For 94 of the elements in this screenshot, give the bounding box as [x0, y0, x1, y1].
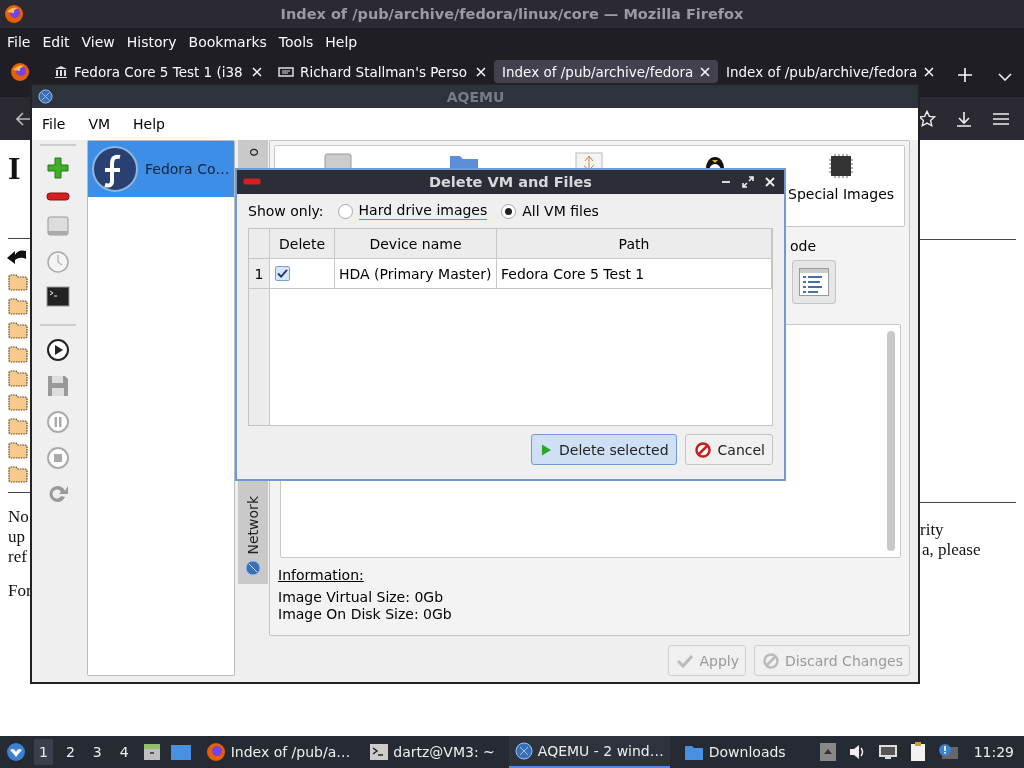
terminal-icon	[370, 744, 389, 760]
file-cabinet-icon[interactable]	[141, 742, 162, 762]
menu-item[interactable]: VM	[87, 116, 125, 132]
folder-icon[interactable]	[8, 370, 28, 387]
side-tab[interactable]: Network	[238, 480, 268, 584]
menu-item[interactable]: File	[41, 116, 80, 132]
play-icon	[541, 442, 552, 457]
folder-icon[interactable]	[8, 466, 28, 483]
minus-icon	[243, 178, 261, 186]
column-header[interactable]: Device name	[335, 229, 497, 258]
page-text: up	[8, 527, 26, 547]
media-label: Special Images	[788, 186, 895, 202]
prohibited-icon	[694, 441, 711, 458]
network-icon[interactable]	[877, 744, 898, 760]
firefox-icon[interactable]	[10, 62, 30, 82]
menu-item[interactable]: Edit	[39, 33, 79, 50]
play-icon[interactable]	[46, 338, 70, 362]
speaker-icon[interactable]	[847, 744, 866, 760]
list-view-button[interactable]	[792, 260, 836, 304]
download-icon[interactable]	[955, 109, 973, 128]
window-title: AQEMU	[445, 88, 506, 105]
info-text: Image Virtual Size: 0Gb	[278, 589, 445, 606]
vm-list-item[interactable]: Fedora Co…	[88, 141, 234, 197]
folder-icon	[683, 743, 704, 761]
dialog-button[interactable]: Delete selected	[531, 434, 677, 465]
page-text: For	[8, 581, 32, 601]
menu-icon[interactable]	[992, 111, 1010, 126]
page-heading: I	[8, 150, 21, 186]
column-header[interactable]: Path	[497, 229, 772, 258]
menu-item[interactable]: Help	[322, 33, 367, 50]
menu-item[interactable]: File	[4, 33, 40, 50]
table-cell: Fedora Core 5 Test 1	[497, 259, 772, 288]
page-text: a, please	[922, 540, 981, 560]
folder-icon[interactable]	[8, 346, 28, 363]
chip-icon[interactable]	[827, 152, 856, 180]
firefox-icon	[4, 4, 24, 24]
browser-tab[interactable]: Richard Stallman's Perso	[270, 60, 494, 83]
menu-item[interactable]: Tools	[275, 33, 323, 50]
clipboard-icon[interactable]	[909, 742, 926, 762]
minus-icon[interactable]	[46, 192, 70, 202]
checkbox[interactable]	[275, 266, 290, 281]
info-text: Image On Disk Size: 0Gb	[278, 606, 453, 623]
firefox-icon	[205, 742, 226, 762]
folder-icon[interactable]	[8, 394, 28, 411]
menu-item[interactable]: Help	[132, 116, 179, 132]
table-cell: HDA (Primary Master)	[335, 259, 497, 288]
dialog-button[interactable]: Cancel	[684, 434, 773, 465]
radio-option[interactable]: All VM files	[501, 203, 599, 219]
browser-tab[interactable]: Fedora Core 5 Test 1 (i38	[46, 60, 270, 83]
window-title: Delete VM and Files	[427, 174, 593, 190]
page-text: rity	[920, 520, 944, 540]
page-text: ref	[8, 547, 28, 567]
folder-icon[interactable]	[8, 322, 28, 339]
columns-icon	[54, 64, 68, 79]
browser-tab[interactable]: Index of /pub/archive/fedora	[494, 60, 718, 83]
folder-icon[interactable]	[8, 418, 28, 435]
prohibited-icon	[763, 652, 779, 669]
menu-item[interactable]: View	[78, 33, 124, 50]
filter-label: Show only:	[248, 203, 324, 219]
list-icon	[799, 268, 829, 296]
window-icon[interactable]	[169, 742, 192, 762]
workspace-button[interactable]: 3	[87, 739, 107, 765]
star-icon[interactable]	[918, 109, 936, 128]
menu-item[interactable]: Bookmarks	[185, 33, 276, 50]
scrollbar[interactable]	[887, 331, 895, 551]
window-title: Index of /pub/archive/fedora/linux/core — Mozilla Firefox	[279, 6, 745, 22]
folder-icon[interactable]	[8, 298, 28, 315]
terminal-icon[interactable]	[46, 286, 70, 308]
section-title: Information:	[278, 567, 365, 583]
notification-icon[interactable]	[937, 743, 958, 761]
page-text: No	[8, 507, 29, 527]
mode-label: ode	[790, 238, 818, 254]
taskbar-button[interactable]: Downloads	[677, 736, 792, 768]
workspace-button[interactable]: 4	[114, 739, 134, 765]
workspace-button[interactable]: 1	[34, 739, 53, 765]
check-icon	[677, 653, 694, 668]
column-header[interactable]: Delete	[270, 229, 335, 258]
radio-button[interactable]	[337, 203, 353, 219]
workspace-button[interactable]: 2	[60, 739, 80, 765]
chevron-down-icon[interactable]	[998, 73, 1012, 81]
taskbar-button[interactable]: dartz@VM3: ~	[364, 736, 501, 768]
taskbar-button[interactable]: AQEMU - 2 wind…	[508, 736, 670, 768]
site-icon	[278, 65, 294, 78]
folder-icon[interactable]	[8, 442, 28, 459]
taskbar-button[interactable]: Index of /pub/a…	[199, 736, 357, 768]
maximize-icon[interactable]	[742, 176, 754, 188]
radio-option[interactable]: Hard drive images	[337, 202, 488, 220]
browser-tab[interactable]: Index of /pub/archive/fedora	[718, 60, 942, 83]
folder-icon[interactable]	[8, 274, 28, 291]
clock: 11:29	[973, 744, 1014, 760]
close-icon[interactable]	[764, 176, 776, 188]
row-number: 1	[249, 259, 270, 288]
menu-item[interactable]: History	[123, 33, 186, 50]
radio-button[interactable]	[501, 203, 517, 219]
